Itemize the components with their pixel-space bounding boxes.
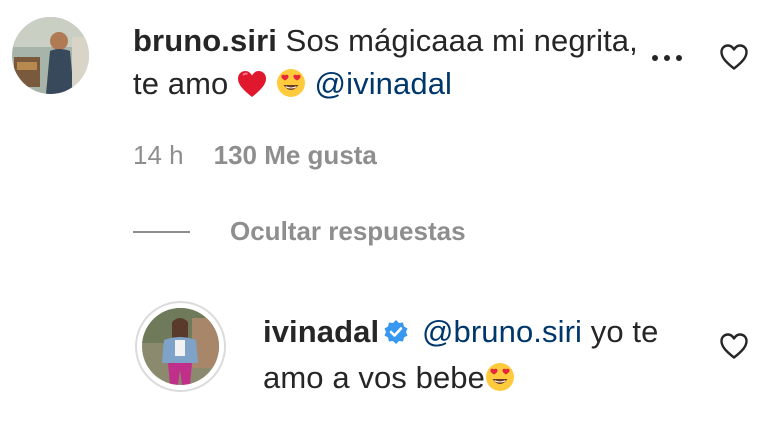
like-comment-button[interactable] bbox=[719, 43, 749, 71]
heart-eyes-emoji bbox=[485, 360, 515, 403]
reply-mention-link[interactable]: @bruno.siri bbox=[422, 314, 582, 349]
comment-username[interactable]: bruno.siri bbox=[133, 23, 277, 58]
more-dot bbox=[676, 55, 682, 61]
hide-replies-label: Ocultar respuestas bbox=[230, 216, 466, 246]
comment-body: bruno.siri Sos mágicaaa mi negrita, te a… bbox=[133, 19, 653, 109]
reply-username[interactable]: ivinadal bbox=[263, 314, 379, 349]
more-horizontal-icon bbox=[652, 55, 658, 61]
reply-avatar[interactable] bbox=[142, 308, 219, 385]
verified-badge-icon bbox=[383, 313, 409, 356]
reply-body: ivinadal @bruno.siri yo te amo a vos beb… bbox=[263, 310, 683, 403]
replies-divider-line bbox=[133, 230, 190, 233]
heart-eyes-emoji bbox=[276, 66, 306, 109]
comment-timestamp[interactable]: 14 h bbox=[133, 140, 184, 171]
commenter-avatar[interactable] bbox=[12, 17, 89, 94]
hide-replies-button[interactable]: Ocultar respuestas bbox=[133, 216, 466, 247]
comment-likes-count[interactable]: 130 Me gusta bbox=[214, 140, 377, 171]
red-heart-emoji bbox=[237, 66, 267, 109]
more-options-button[interactable] bbox=[652, 50, 690, 66]
heart-outline-icon bbox=[720, 333, 748, 359]
like-reply-button[interactable] bbox=[719, 332, 749, 360]
more-dot bbox=[664, 55, 670, 61]
heart-outline-icon bbox=[720, 44, 748, 70]
comment-meta: 14 h 130 Me gusta bbox=[133, 140, 377, 171]
comment-mention-link[interactable]: @ivinadal bbox=[315, 66, 453, 101]
